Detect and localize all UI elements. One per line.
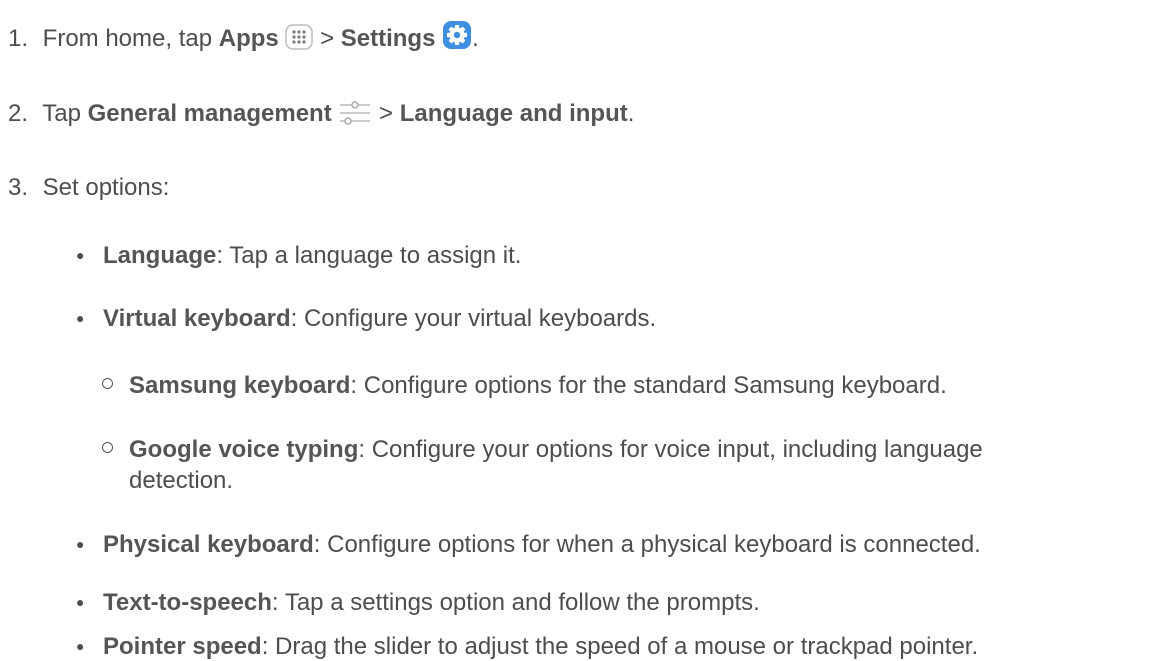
bullet: ●	[76, 638, 85, 654]
option-description: : Configure options for when a physical …	[313, 531, 981, 558]
general-management-label: General management	[87, 100, 332, 127]
separator: >	[313, 25, 341, 52]
step-number: 2.	[8, 100, 29, 127]
apps-grid-icon	[285, 24, 314, 57]
step-2: 2. Tap General management > Language and…	[8, 100, 634, 132]
step-text: Tap	[42, 100, 88, 127]
option-description: : Tap a language to assign it.	[216, 242, 522, 269]
settings-label: Settings	[340, 25, 436, 52]
hollow-bullet	[102, 442, 113, 453]
hollow-bullet	[102, 378, 113, 389]
bullet: ●	[76, 247, 85, 263]
sub-option-item: Google voice typing: Configure your opti…	[102, 436, 983, 464]
option-description: : Configure your virtual keyboards.	[290, 305, 657, 332]
step-text: From home, tap	[42, 25, 219, 52]
period: .	[627, 100, 635, 127]
option-label: Virtual keyboard	[103, 305, 291, 332]
option-label: Physical keyboard	[103, 531, 314, 558]
option-description: : Tap a settings option and follow the p…	[271, 589, 760, 616]
settings-gear-icon	[442, 20, 472, 57]
option-label: Pointer speed	[103, 633, 262, 660]
step-text: Set options:	[42, 174, 170, 201]
option-item: ● Language: Tap a language to assign it.	[76, 241, 521, 270]
sub-option-item: Samsung keyboard: Configure options for …	[102, 372, 947, 400]
bullet: ●	[76, 594, 85, 610]
option-label: Language	[103, 242, 217, 269]
option-item: ● Text-to-speech: Tap a settings option a…	[76, 588, 760, 617]
sub-option-continuation: detection.	[129, 467, 233, 495]
sub-option-label: Samsung keyboard	[129, 372, 351, 399]
option-label: Text-to-speech	[103, 589, 272, 616]
period: .	[472, 25, 479, 52]
sub-option-description-continued: detection.	[129, 467, 234, 494]
bullet: ●	[76, 310, 85, 326]
step-1: 1. From home, tap Apps > Settings .	[8, 20, 479, 57]
option-item: ● Pointer speed: Drag the slider to adjus…	[76, 632, 978, 661]
step-number: 3.	[8, 174, 29, 201]
option-item: ● Virtual keyboard: Configure your virtua…	[76, 304, 656, 333]
step-number: 1.	[8, 25, 29, 52]
language-input-label: Language and input	[399, 100, 628, 127]
sliders-icon	[338, 101, 372, 132]
apps-label: Apps	[218, 25, 279, 52]
option-item: ● Physical keyboard: Configure options fo…	[76, 530, 981, 559]
option-description: : Drag the slider to adjust the speed of…	[261, 633, 979, 660]
sub-option-label: Google voice typing	[129, 436, 359, 463]
step-3: 3. Set options:	[8, 174, 169, 202]
sub-option-description: : Configure your options for voice input…	[358, 436, 983, 463]
bullet: ●	[76, 536, 85, 552]
sub-option-description: : Configure options for the standard Sam…	[350, 372, 947, 399]
separator: >	[372, 100, 400, 127]
